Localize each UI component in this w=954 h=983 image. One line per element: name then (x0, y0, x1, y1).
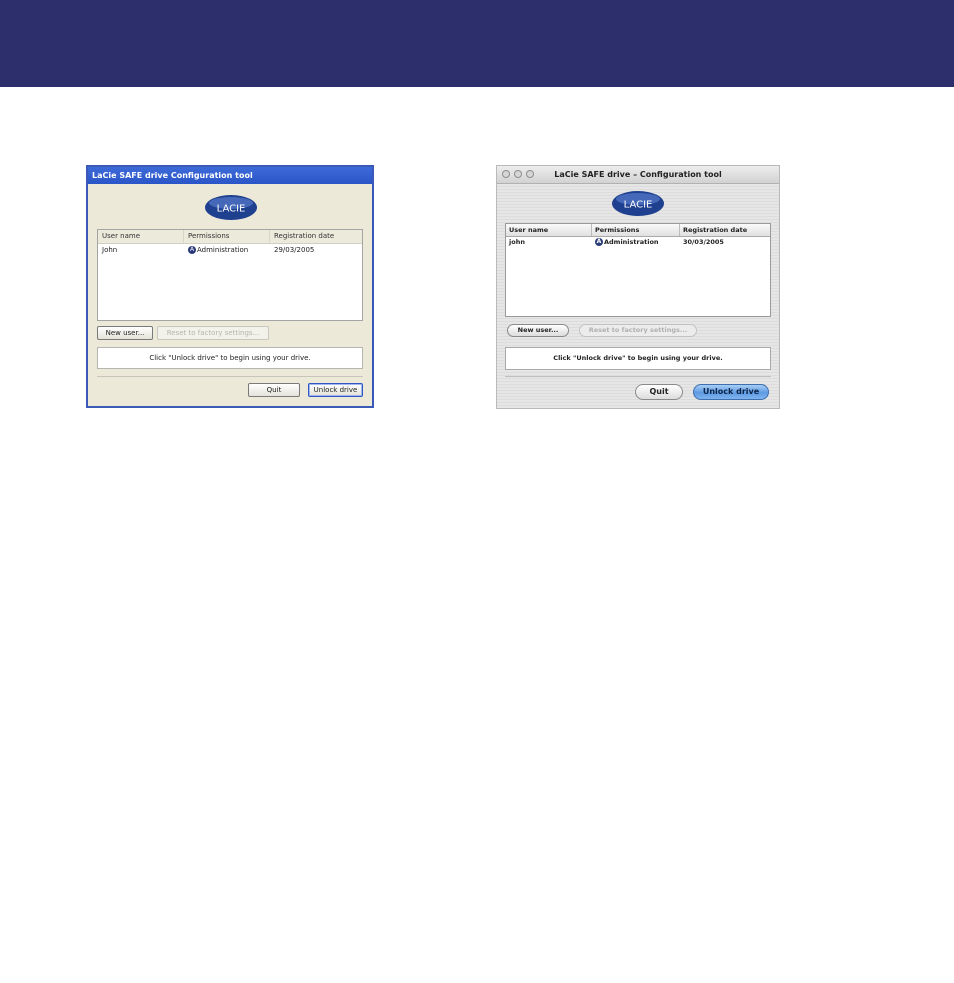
users-table: User name Permissions Registration date … (505, 223, 771, 317)
zoom-icon[interactable] (526, 170, 534, 178)
window-title: LaCie SAFE drive Configuration tool (88, 167, 372, 184)
cell-registration-date: 29/03/2005 (274, 246, 315, 254)
status-message: Click "Unlock drive" to begin using your… (97, 347, 363, 369)
column-header-user-name[interactable]: User name (506, 224, 592, 236)
table-row[interactable]: john A Administration 30/03/2005 (506, 237, 770, 248)
windows-config-window: LaCie SAFE drive Configuration tool LACI… (86, 165, 374, 408)
cell-registration-date: 30/03/2005 (683, 238, 724, 246)
column-header-permissions[interactable]: Permissions (184, 230, 270, 243)
column-header-registration-date[interactable]: Registration date (680, 224, 770, 236)
users-table: User name Permissions Registration date … (97, 229, 363, 321)
table-row[interactable]: John A Administration 29/03/2005 (98, 244, 362, 256)
column-header-user-name[interactable]: User name (98, 230, 184, 243)
lacie-logo: LACIE (205, 195, 257, 220)
minimize-icon[interactable] (514, 170, 522, 178)
window-titlebar: LaCie SAFE drive – Configuration tool (497, 166, 779, 184)
svg-text:LACIE: LACIE (217, 204, 246, 215)
column-header-permissions[interactable]: Permissions (592, 224, 680, 236)
close-icon[interactable] (502, 170, 510, 178)
divider (97, 376, 363, 377)
admin-icon: A (188, 246, 196, 254)
svg-text:LACIE: LACIE (624, 200, 653, 211)
column-header-registration-date[interactable]: Registration date (270, 230, 362, 243)
permission-label: Administration (604, 238, 659, 246)
table-header: User name Permissions Registration date (506, 224, 770, 237)
status-message: Click "Unlock drive" to begin using your… (505, 347, 771, 370)
admin-icon: A (595, 238, 603, 246)
table-header: User name Permissions Registration date (98, 230, 362, 244)
lacie-logo: LACIE (612, 191, 664, 216)
cell-user-name: John (102, 246, 118, 254)
permission-label: Administration (197, 246, 249, 254)
cell-user-name: john (509, 238, 525, 246)
header-banner (0, 0, 954, 87)
divider (505, 376, 771, 377)
quit-button[interactable]: Quit (635, 384, 683, 400)
unlock-drive-button[interactable]: Unlock drive (308, 383, 363, 397)
window-title: LaCie SAFE drive – Configuration tool (554, 170, 722, 179)
window-controls (502, 170, 534, 178)
reset-factory-settings-button[interactable]: Reset to factory settings... (157, 326, 269, 340)
new-user-button[interactable]: New user... (507, 324, 569, 337)
cell-permissions: A Administration (592, 237, 680, 248)
reset-factory-settings-button[interactable]: Reset to factory settings... (579, 324, 697, 337)
unlock-drive-button[interactable]: Unlock drive (693, 384, 769, 400)
cell-permissions: A Administration (184, 244, 270, 256)
new-user-button[interactable]: New user... (97, 326, 153, 340)
quit-button[interactable]: Quit (248, 383, 300, 397)
mac-config-window: LaCie SAFE drive – Configuration tool LA… (496, 165, 780, 409)
